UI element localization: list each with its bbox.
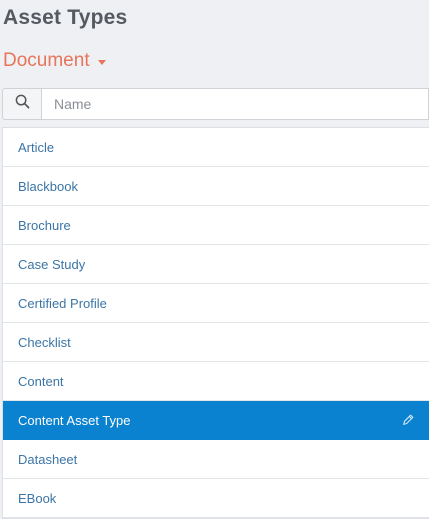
list-item-label: Brochure — [18, 217, 71, 233]
list-item[interactable]: Brochure — [3, 206, 429, 245]
caret-down-icon — [97, 59, 106, 65]
list-item-label: Content — [18, 373, 64, 389]
list-item[interactable]: EBook — [3, 479, 429, 518]
list-item-label: Certified Profile — [18, 295, 107, 311]
list-item[interactable]: Checklist — [3, 323, 429, 362]
list-item[interactable]: Content — [3, 362, 429, 401]
list-item[interactable]: Certified Profile — [3, 284, 429, 323]
list-item-label: Checklist — [18, 334, 71, 350]
list-item-label: EBook — [18, 490, 57, 506]
list-item[interactable]: Case Study — [3, 245, 429, 284]
list-item[interactable]: Blackbook — [3, 167, 429, 206]
list-item-label: Datasheet — [18, 451, 78, 467]
search-button[interactable] — [2, 88, 41, 120]
asset-category-dropdown[interactable]: Document — [3, 50, 106, 72]
list-item-label: Content Asset Type — [18, 412, 131, 428]
list-item-label: Case Study — [18, 256, 86, 272]
list-item-label: Article — [18, 139, 55, 155]
list-item-label: Blackbook — [18, 178, 78, 194]
list-item[interactable]: Article — [3, 128, 429, 167]
asset-category-label: Document — [3, 50, 90, 71]
list-item-selected[interactable]: Content Asset Type — [3, 401, 429, 440]
pencil-icon[interactable] — [401, 413, 415, 427]
search-icon — [15, 94, 30, 114]
search-input[interactable] — [41, 88, 429, 120]
page-title: Asset Types — [3, 6, 128, 29]
asset-type-list: Article Blackbook Brochure Case Study Ce… — [2, 127, 429, 519]
search-bar — [2, 88, 429, 120]
list-item[interactable]: Datasheet — [3, 440, 429, 479]
